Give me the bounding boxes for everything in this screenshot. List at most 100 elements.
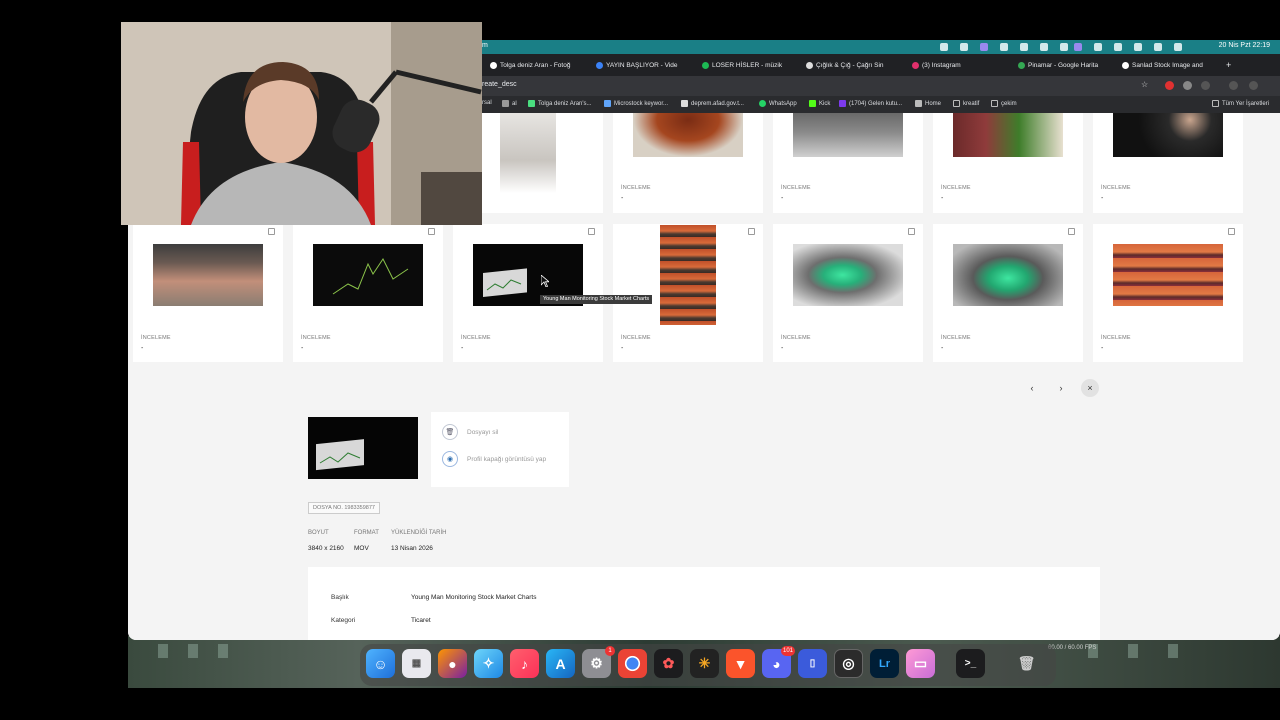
profile-icon[interactable]	[1249, 81, 1258, 90]
media-thumbnail[interactable]	[660, 225, 716, 325]
discord-icon[interactable]: ◕ 101	[762, 646, 795, 678]
trash-icon[interactable]: 🗑	[1012, 649, 1041, 678]
bookmark-item[interactable]: çekim	[991, 100, 1017, 107]
extension-icon[interactable]	[1201, 81, 1210, 90]
control-icon[interactable]	[1074, 43, 1082, 51]
media-card[interactable]: İNCELEME -	[613, 224, 763, 362]
tab-item[interactable]: Tolga deniz Aran - Fotoğ	[490, 58, 590, 72]
camera-icon[interactable]	[1000, 43, 1008, 51]
category-value[interactable]: Ticaret	[411, 617, 431, 624]
format-label: FORMAT	[354, 530, 379, 536]
app-store-icon[interactable]: A	[546, 649, 575, 678]
bluetooth-icon[interactable]	[1040, 43, 1048, 51]
media-thumbnail[interactable]	[500, 113, 556, 193]
bookmark-label: WhatsApp	[769, 100, 797, 107]
media-card[interactable]: İNCELEME -	[773, 224, 923, 362]
prev-page-button[interactable]: ‹	[1023, 379, 1041, 397]
bookmark-item[interactable]: Tüm Yer İşaretleri	[1212, 100, 1269, 107]
new-tab-icon[interactable]: +	[1226, 58, 1236, 72]
media-thumbnail[interactable]	[1113, 244, 1223, 306]
screen-icon[interactable]	[980, 43, 988, 51]
select-checkbox[interactable]	[428, 228, 435, 235]
claude-icon[interactable]: ✳	[690, 649, 719, 678]
media-thumbnail[interactable]	[953, 244, 1063, 306]
media-card[interactable]: İNCELEME -	[613, 113, 763, 213]
bookmark-item[interactable]: kreatif	[953, 100, 979, 107]
media-thumbnail[interactable]	[793, 113, 903, 157]
headphones-icon[interactable]	[1060, 43, 1068, 51]
tab-item[interactable]: Sanlad Stock Image and	[1122, 58, 1214, 72]
bookmark-item[interactable]: (1704) Gelen kutu...	[839, 100, 902, 107]
select-checkbox[interactable]	[268, 228, 275, 235]
gear-icon[interactable]	[1020, 43, 1028, 51]
terminal-icon[interactable]: >_	[956, 649, 985, 678]
chrome-icon[interactable]	[618, 649, 647, 678]
bookmark-item[interactable]: Kick	[809, 100, 830, 107]
set-profile-cover-button[interactable]: ◉ Profil kapağı görüntüsü yap	[442, 451, 546, 467]
media-thumbnail[interactable]	[793, 244, 903, 306]
media-card[interactable]: İNCELEME -	[293, 224, 443, 362]
bookmark-item[interactable]: deprem.afad.gov.t...	[681, 100, 744, 107]
media-thumbnail[interactable]	[313, 244, 423, 306]
review-label: İNCELEME	[621, 185, 651, 191]
close-button[interactable]: ×	[1081, 379, 1099, 397]
simulator-icon[interactable]: ▯	[798, 649, 827, 678]
select-checkbox[interactable]	[1228, 228, 1235, 235]
user-icon[interactable]	[1154, 43, 1162, 51]
review-label: İNCELEME	[941, 335, 971, 341]
url-field[interactable]: reate_desc	[482, 81, 517, 88]
tab-item[interactable]: Pinamar - Google Harita	[1018, 58, 1114, 72]
extension-icon[interactable]	[1165, 81, 1174, 90]
media-thumbnail[interactable]	[953, 113, 1063, 157]
share-icon[interactable]	[960, 43, 968, 51]
select-checkbox[interactable]	[748, 228, 755, 235]
media-card[interactable]: İNCELEME -	[1093, 113, 1243, 213]
next-page-button[interactable]: ›	[1052, 379, 1070, 397]
safari-icon[interactable]: ✧	[474, 649, 503, 678]
record-icon[interactable]	[940, 43, 948, 51]
selected-media-preview[interactable]	[308, 417, 418, 479]
bookmark-item[interactable]: Tolga deniz Aran's...	[528, 100, 592, 107]
select-checkbox[interactable]	[588, 228, 595, 235]
davinci-resolve-icon[interactable]: ✿	[654, 649, 683, 678]
obs-icon[interactable]: ◎	[834, 649, 863, 678]
media-card[interactable]: İNCELEME -	[133, 224, 283, 362]
wifi-icon[interactable]	[1114, 43, 1122, 51]
firefox-icon[interactable]: ●	[438, 649, 467, 678]
media-card[interactable]: İNCELEME -	[773, 113, 923, 213]
select-checkbox[interactable]	[1068, 228, 1075, 235]
media-thumbnail[interactable]	[1113, 113, 1223, 157]
finder-icon[interactable]: ☺	[366, 649, 395, 678]
media-card[interactable]: İNCELEME -	[1093, 224, 1243, 362]
bookmark-item[interactable]: Microstock keywor...	[604, 100, 668, 107]
app-icon[interactable]: ▭	[906, 649, 935, 678]
launchpad-icon[interactable]: ▦	[402, 649, 431, 678]
tab-item[interactable]: LOSER HİSLER - müzik	[702, 58, 794, 72]
extension-icon[interactable]	[1229, 81, 1238, 90]
media-card[interactable]: İNCELEME -	[933, 224, 1083, 362]
delete-file-button[interactable]: 🗑 Dosyayı sil	[442, 424, 498, 440]
star-icon[interactable]: ☆	[1141, 80, 1150, 89]
title-value[interactable]: Young Man Monitoring Stock Market Charts	[411, 594, 537, 601]
extension-icon[interactable]	[1183, 81, 1192, 90]
media-thumbnail[interactable]	[153, 244, 263, 306]
tab-item[interactable]: YAYIN BAŞLIYOR - Vide	[596, 58, 694, 72]
music-icon[interactable]: ♪	[510, 649, 539, 678]
lightroom-icon[interactable]: Lr	[870, 649, 899, 678]
media-thumbnail[interactable]	[633, 113, 743, 157]
tab-item[interactable]: Çığlık & Çığ - Çağrı Sin	[806, 58, 904, 72]
tab-favicon-icon	[702, 61, 709, 69]
bookmark-item[interactable]: al	[502, 100, 517, 107]
media-card[interactable]: İNCELEME -	[933, 113, 1083, 213]
control-center-icon[interactable]	[1174, 43, 1182, 51]
media-card[interactable]: İNCELEME -	[453, 224, 603, 362]
bookmark-item[interactable]: rsal	[482, 100, 492, 106]
system-settings-icon[interactable]: ⚙ 1	[582, 646, 615, 678]
bookmark-item[interactable]: WhatsApp	[759, 100, 797, 107]
select-checkbox[interactable]	[908, 228, 915, 235]
battery-icon[interactable]	[1094, 43, 1102, 51]
bookmark-item[interactable]: Home	[915, 100, 941, 107]
search-icon[interactable]	[1134, 43, 1142, 51]
tab-item[interactable]: (3) Instagram	[912, 58, 1002, 72]
brave-icon[interactable]: ▼	[726, 649, 755, 678]
